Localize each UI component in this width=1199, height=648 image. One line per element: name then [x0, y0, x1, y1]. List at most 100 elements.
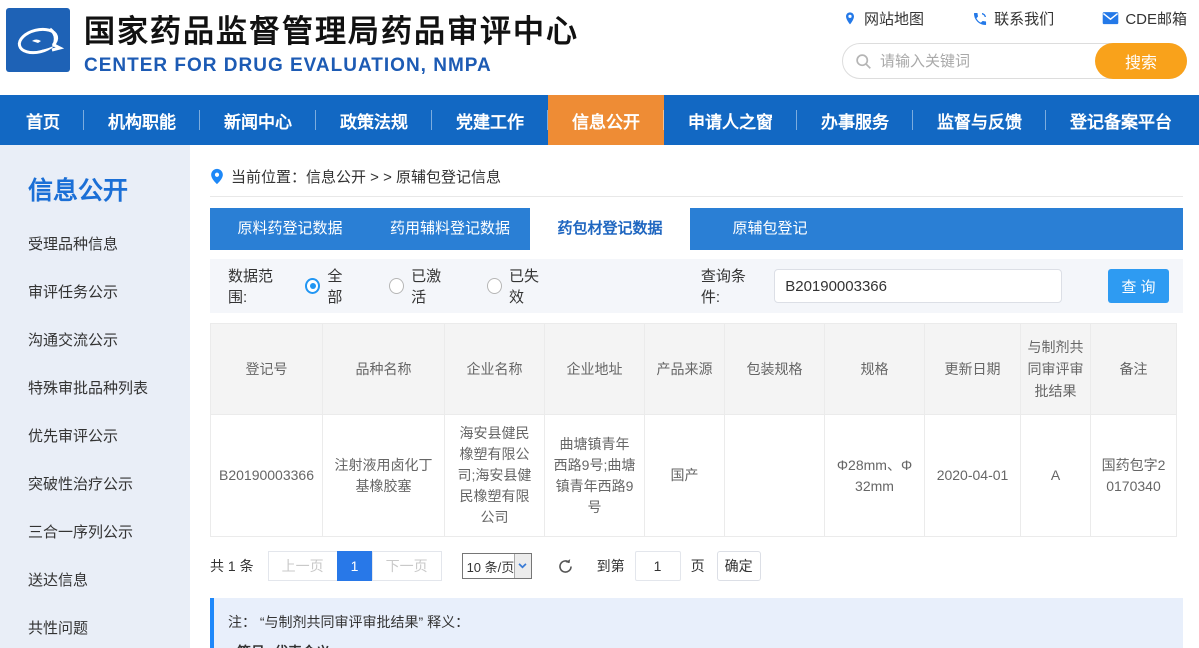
cell-product-source: 国产 — [645, 415, 725, 537]
note-header-meaning: 代表含义 — [274, 641, 330, 648]
nav-item-home[interactable]: 首页 — [2, 95, 84, 145]
cell-variety-name: 注射液用卤化丁基橡胶塞 — [323, 415, 445, 537]
nav-item-party[interactable]: 党建工作 — [432, 95, 548, 145]
mailbox-link[interactable]: CDE邮箱 — [1102, 8, 1187, 29]
sidebar-item-review-tasks[interactable]: 审评任务公示 — [0, 269, 190, 317]
cell-remarks: 国药包字20170340 — [1091, 415, 1177, 537]
chevron-down-icon — [514, 554, 530, 578]
radio-activated-dot — [389, 278, 404, 294]
confirm-button[interactable]: 确定 — [717, 551, 761, 581]
sidebar-item-common-issues[interactable]: 共性问题 — [0, 605, 190, 648]
page-size-value: 10 条/页 — [463, 557, 515, 576]
tab-raw-aux-pack[interactable]: 原辅包登记 — [690, 208, 850, 250]
nav-item-functions[interactable]: 机构职能 — [84, 95, 200, 145]
sitemap-link[interactable]: 网站地图 — [842, 8, 924, 29]
col-registration-no: 登记号 — [211, 324, 323, 415]
next-page-button[interactable]: 下一页 — [372, 551, 442, 581]
phone-icon — [972, 11, 988, 27]
nav-item-services[interactable]: 办事服务 — [797, 95, 913, 145]
radio-expired[interactable]: 已失效 — [487, 265, 551, 307]
page-size-select[interactable]: 10 条/页 — [462, 553, 532, 579]
page-number-button[interactable]: 1 — [337, 551, 373, 581]
query-input[interactable] — [774, 269, 1062, 303]
radio-activated[interactable]: 已激活 — [389, 265, 453, 307]
cde-logo — [6, 8, 70, 72]
goto-page-input[interactable] — [635, 551, 681, 581]
sidebar-item-breakthrough-therapy[interactable]: 突破性治疗公示 — [0, 461, 190, 509]
scope-radio-group: 全部 已激活 已失效 — [305, 265, 551, 307]
cell-packaging-spec — [725, 415, 825, 537]
radio-all-dot — [305, 278, 320, 294]
envelope-icon — [1102, 11, 1119, 26]
page-buttons: 上一页 1 下一页 — [268, 551, 442, 581]
cde-portal-page: 国家药品监督管理局药品审评中心 CENTER FOR DRUG EVALUATI… — [0, 0, 1199, 648]
location-pin-icon — [842, 11, 858, 27]
nav-item-supervision[interactable]: 监督与反馈 — [913, 95, 1046, 145]
site-subtitle: CENTER FOR DRUG EVALUATION, NMPA — [84, 55, 579, 77]
cde-logo-icon — [12, 14, 64, 66]
radio-all-label: 全部 — [327, 265, 355, 307]
search-input[interactable] — [880, 53, 1095, 70]
cell-registration-no: B20190003366 — [211, 415, 323, 537]
main-content: 当前位置：信息公开 > > 原辅包登记信息 原料药登记数据 药用辅料登记数据 药… — [190, 145, 1199, 648]
tab-api-data[interactable]: 原料药登记数据 — [210, 208, 370, 250]
col-product-source: 产品来源 — [645, 324, 725, 415]
registration-table: 登记号 品种名称 企业名称 企业地址 产品来源 包装规格 规格 更新日期 与制剂… — [210, 323, 1177, 537]
site-header: 国家药品监督管理局药品审评中心 CENTER FOR DRUG EVALUATI… — [0, 0, 1199, 95]
sitemap-link-label: 网站地图 — [864, 8, 924, 29]
cell-joint-review-result: A — [1021, 415, 1091, 537]
legend-note: 注： “与制剂共同审评审批结果” 释义： 符号 代表含义 A 已批准在上市制剂使… — [210, 598, 1183, 648]
cell-company-name: 海安县健民橡塑有限公司;海安县健民橡塑有限公司 — [445, 415, 545, 537]
tab-packaging-data[interactable]: 药包材登记数据 — [530, 208, 690, 250]
nav-item-registration-platform[interactable]: 登记备案平台 — [1046, 95, 1196, 145]
sidebar-item-delivery-info[interactable]: 送达信息 — [0, 557, 190, 605]
query-label: 查询条件: — [701, 265, 762, 307]
cell-company-address: 曲塘镇青年西路9号;曲塘镇青年西路9号 — [545, 415, 645, 537]
site-search: 搜索 — [842, 43, 1187, 79]
nav-item-info-disclosure[interactable]: 信息公开 — [548, 95, 664, 145]
search-button[interactable]: 搜索 — [1095, 43, 1187, 79]
tab-excipients-data[interactable]: 药用辅料登记数据 — [370, 208, 530, 250]
radio-expired-dot — [487, 278, 502, 294]
query-button[interactable]: 查 询 — [1108, 269, 1169, 303]
sidebar-item-three-in-one[interactable]: 三合一序列公示 — [0, 509, 190, 557]
filter-bar: 数据范围: 全部 已激活 已失效 查询条件: — [210, 259, 1183, 313]
radio-activated-label: 已激活 — [411, 265, 453, 307]
contact-link-label: 联系我们 — [994, 8, 1054, 29]
total-count: 共 1 条 — [210, 556, 254, 576]
mailbox-link-label: CDE邮箱 — [1125, 8, 1187, 29]
search-icon — [855, 53, 872, 70]
body-row: 信息公开 受理品种信息 审评任务公示 沟通交流公示 特殊审批品种列表 优先审评公… — [0, 145, 1199, 648]
nav-item-news[interactable]: 新闻中心 — [200, 95, 316, 145]
breadcrumb-pin-icon — [210, 168, 224, 185]
sidebar-item-special-approval[interactable]: 特殊审批品种列表 — [0, 365, 190, 413]
nav-item-policy[interactable]: 政策法规 — [316, 95, 432, 145]
col-company-address: 企业地址 — [545, 324, 645, 415]
sidebar-item-accepted-varieties[interactable]: 受理品种信息 — [0, 221, 190, 269]
col-spec: 规格 — [825, 324, 925, 415]
breadcrumb-text: 当前位置：信息公开 > > 原辅包登记信息 — [231, 166, 501, 187]
sidebar-item-priority-review[interactable]: 优先审评公示 — [0, 413, 190, 461]
contact-link[interactable]: 联系我们 — [972, 8, 1054, 29]
col-packaging-spec: 包装规格 — [725, 324, 825, 415]
nav-item-applicant[interactable]: 申请人之窗 — [664, 95, 797, 145]
sidebar-item-communication[interactable]: 沟通交流公示 — [0, 317, 190, 365]
table-header-row: 登记号 品种名称 企业名称 企业地址 产品来源 包装规格 规格 更新日期 与制剂… — [211, 324, 1177, 415]
radio-expired-label: 已失效 — [509, 265, 551, 307]
site-title: 国家药品监督管理局药品审评中心 — [84, 6, 579, 51]
pagination: 共 1 条 上一页 1 下一页 10 条/页 到第 页 — [210, 551, 1183, 581]
sidebar: 信息公开 受理品种信息 审评任务公示 沟通交流公示 特殊审批品种列表 优先审评公… — [0, 145, 190, 648]
note-header-symbol: 符号 — [228, 641, 274, 648]
radio-all[interactable]: 全部 — [305, 265, 355, 307]
cell-update-date: 2020-04-01 — [925, 415, 1021, 537]
header-right: 网站地图 联系我们 CDE邮箱 搜索 — [842, 8, 1187, 79]
col-joint-review-result: 与制剂共同审评审批结果 — [1021, 324, 1091, 415]
quick-links: 网站地图 联系我们 CDE邮箱 — [842, 8, 1187, 29]
site-titles: 国家药品监督管理局药品审评中心 CENTER FOR DRUG EVALUATI… — [84, 6, 579, 77]
refresh-icon[interactable] — [556, 557, 575, 576]
prev-page-button[interactable]: 上一页 — [268, 551, 338, 581]
col-company-name: 企业名称 — [445, 324, 545, 415]
col-remarks: 备注 — [1091, 324, 1177, 415]
goto-page-unit: 页 — [691, 556, 705, 576]
col-variety-name: 品种名称 — [323, 324, 445, 415]
